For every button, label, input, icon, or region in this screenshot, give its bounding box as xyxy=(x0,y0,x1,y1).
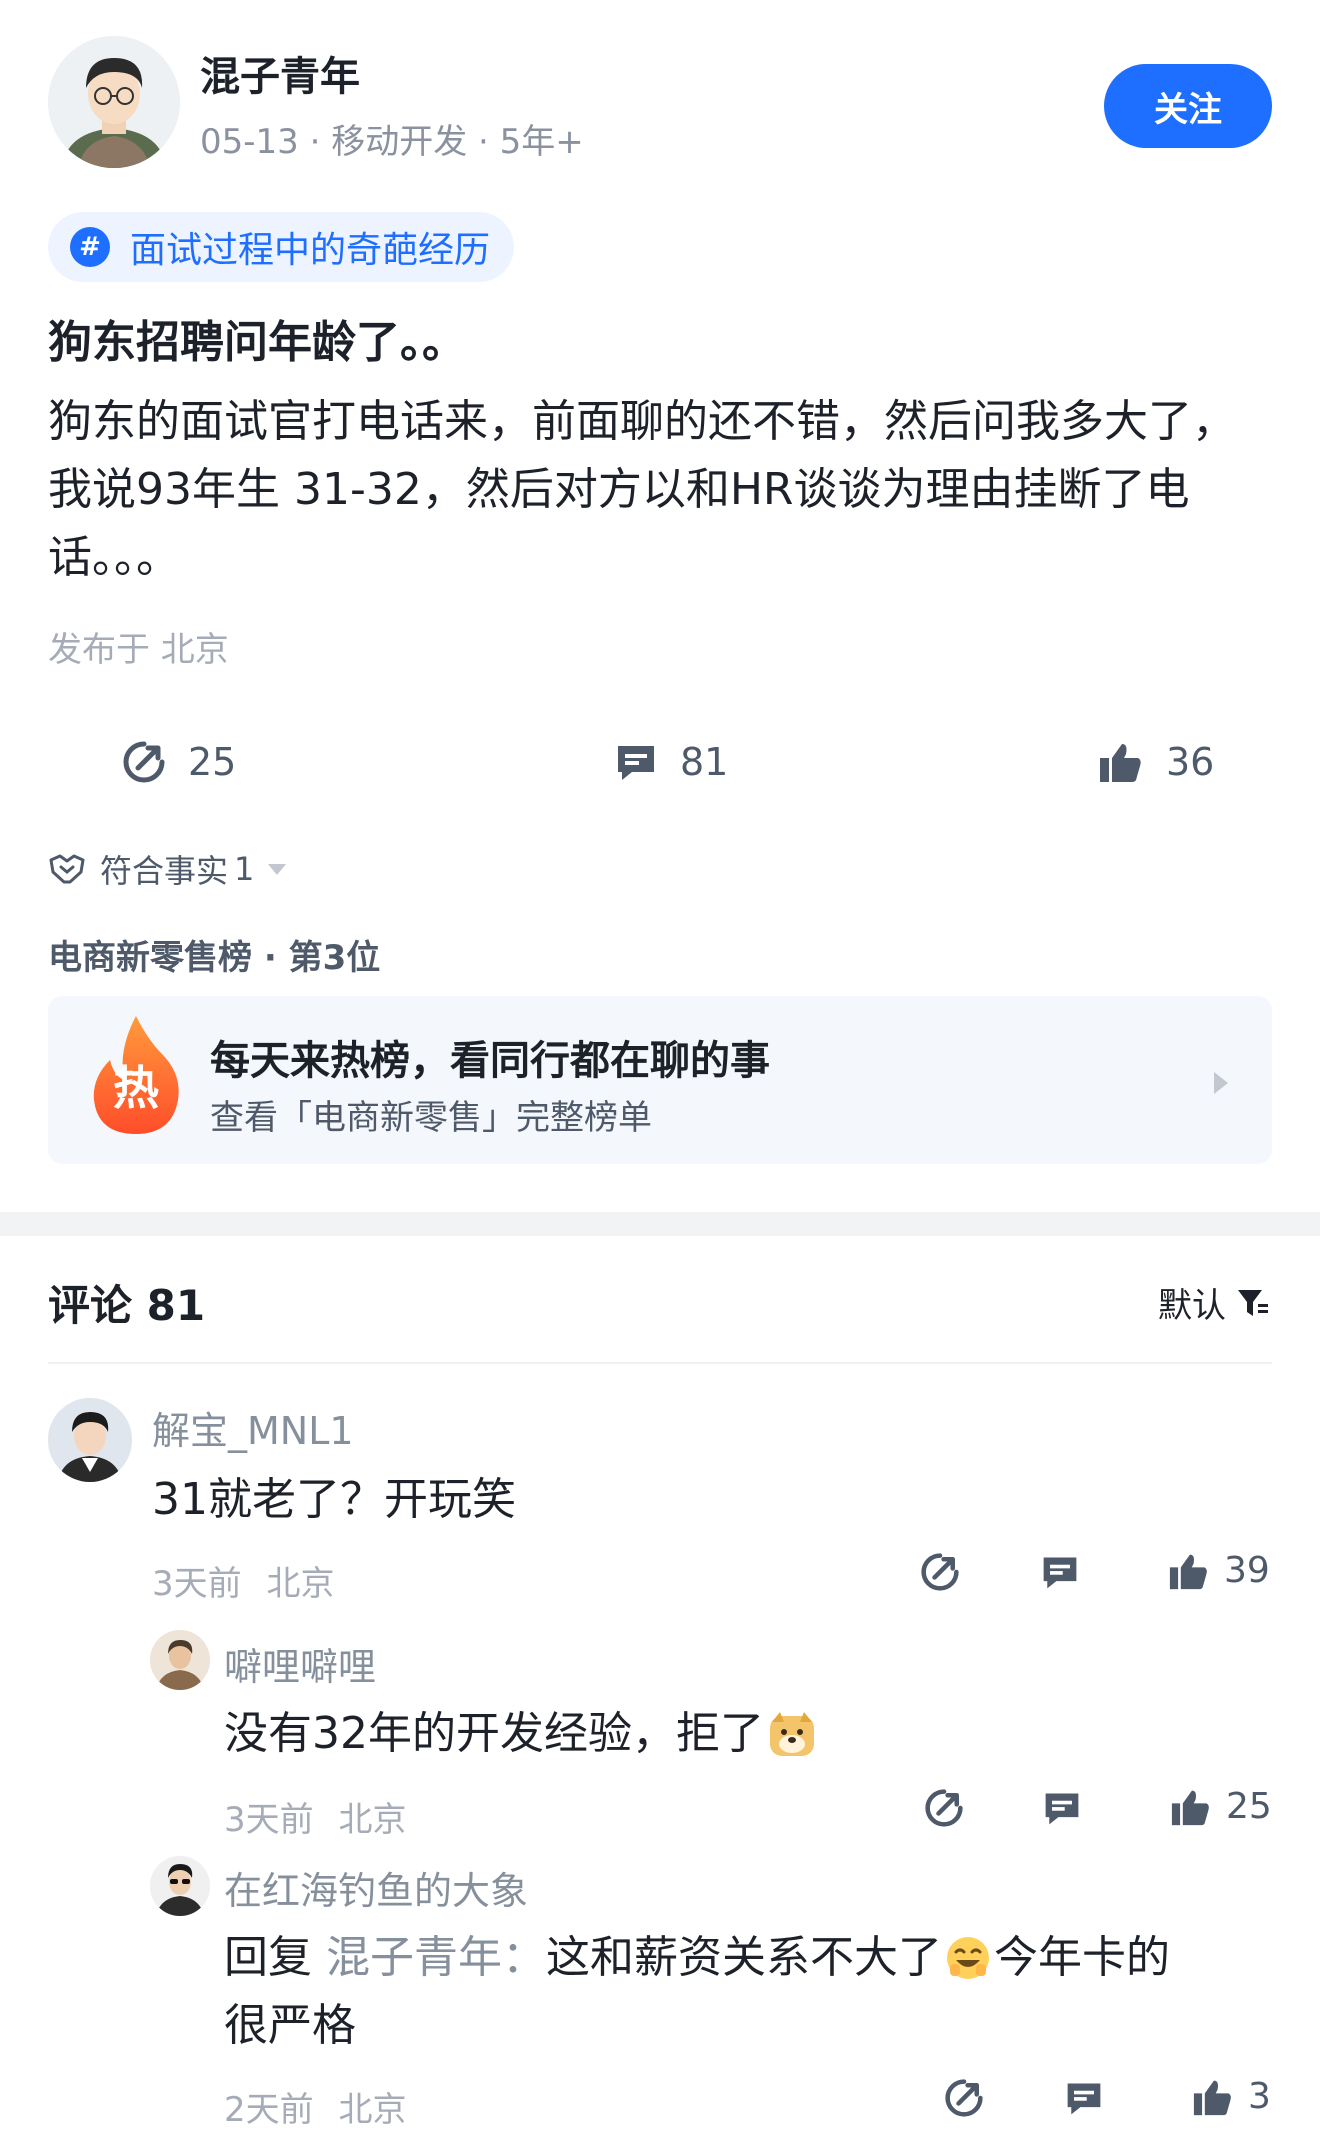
author-avatar[interactable] xyxy=(48,36,180,168)
follow-button[interactable]: 关注 xyxy=(1104,64,1272,148)
share-icon[interactable] xyxy=(944,2078,984,2118)
comment-author[interactable]: 噼哩噼哩 xyxy=(224,1636,376,1691)
fact-label: 符合事实 xyxy=(100,852,229,890)
fact-check-row[interactable]: 符合事实 1 xyxy=(48,846,287,892)
rank-label: 电商新零售榜 · 第3位 xyxy=(48,938,381,978)
post-title: 狗东招聘问年龄了。。 xyxy=(48,317,466,368)
like-count: 36 xyxy=(1166,740,1215,784)
grin-emoji-icon xyxy=(947,1937,989,1979)
share-icon[interactable] xyxy=(924,1788,964,1828)
comment-location: 北京 xyxy=(338,1800,407,1840)
comment-author[interactable]: 在红海钓鱼的大象 xyxy=(224,1860,528,1915)
fact-count: 1 xyxy=(234,850,255,888)
share-icon xyxy=(123,741,165,783)
comment-author[interactable]: 解宝_MNL1 xyxy=(152,1400,354,1455)
like-action[interactable]: 36 xyxy=(1098,740,1214,784)
sort-button[interactable]: 默认 xyxy=(1158,1278,1270,1327)
comments-title: 评论 81 xyxy=(48,1281,206,1330)
comment-like-count: 3 xyxy=(1248,2076,1271,2117)
comment-meta: 2天前 北京 xyxy=(224,2082,406,2131)
comment-like-count: 39 xyxy=(1224,1550,1270,1591)
comment-count: 81 xyxy=(680,740,729,784)
comment-text: 31就老了？开玩笑 xyxy=(152,1474,516,1525)
comment-text-row: 回复 混子青年： 这和薪资关系不大了 今年卡的 xyxy=(224,1924,1170,1992)
comment-like-count: 25 xyxy=(1226,1786,1272,1827)
hot-card-title: 每天来热榜，看同行都在聊的事 xyxy=(210,1038,770,1084)
thumbs-up-icon xyxy=(1171,1790,1209,1825)
reply-prefix: 回复 xyxy=(224,1932,312,1983)
filter-icon xyxy=(1238,1289,1268,1316)
comment-text-continued: 今年卡的 xyxy=(994,1932,1170,1983)
comment-avatar[interactable] xyxy=(48,1398,132,1482)
author-name[interactable]: 混子青年 xyxy=(200,44,360,102)
share-count: 25 xyxy=(188,740,237,784)
reply-icon[interactable] xyxy=(1042,1788,1082,1828)
chevron-down-icon xyxy=(268,863,287,875)
comment-like[interactable]: 39 xyxy=(1168,1550,1270,1591)
reply-icon[interactable] xyxy=(1040,1552,1080,1592)
hashtag-icon: # xyxy=(70,227,110,267)
comment-time: 3天前 xyxy=(224,1800,314,1840)
comment-action[interactable]: 81 xyxy=(614,740,728,784)
comment-like[interactable]: 25 xyxy=(1170,1786,1272,1827)
post-location: 发布于 北京 xyxy=(48,630,229,670)
comment-meta: 3天前 北京 xyxy=(152,1556,334,1605)
topic-tag[interactable]: # 面试过程中的奇葩经历 xyxy=(48,212,515,282)
author-meta: 05-13 · 移动开发 · 5年+ xyxy=(200,122,584,162)
doge-emoji-icon xyxy=(770,1712,814,1756)
section-divider xyxy=(0,1212,1320,1236)
share-action[interactable]: 25 xyxy=(122,740,236,784)
hot-icon-label: 热 xyxy=(113,1061,159,1115)
comments-divider xyxy=(48,1362,1272,1364)
thumbs-up-icon xyxy=(1169,1554,1207,1589)
comment-like[interactable]: 3 xyxy=(1192,2076,1271,2117)
comment-time: 2天前 xyxy=(224,2090,314,2130)
chevron-right-icon xyxy=(1214,1072,1228,1094)
post-body: 狗东的面试官打电话来，前面聊的还不错，然后问我多大了，我说93年生 31-32，… xyxy=(48,396,1236,583)
comment-avatar[interactable] xyxy=(150,1630,210,1690)
thumbs-up-icon xyxy=(1100,744,1141,782)
comment-text-row: 没有32年的开发经验，拒了 xyxy=(224,1700,816,1768)
comment-text-line2: 很严格 xyxy=(224,2000,356,2051)
thumbs-up-icon xyxy=(1193,2080,1231,2115)
handshake-icon xyxy=(49,854,85,884)
comment-text: 这和薪资关系不大了 xyxy=(546,1932,942,1983)
comment-text: 没有32年的开发经验，拒了 xyxy=(224,1708,764,1759)
topic-label: 面试过程中的奇葩经历 xyxy=(130,230,491,271)
reply-target[interactable]: 混子青年： xyxy=(326,1924,546,1992)
comment-location: 北京 xyxy=(338,2090,407,2130)
reply-icon[interactable] xyxy=(1064,2078,1104,2118)
comment-icon xyxy=(618,746,654,780)
hot-card-subtitle: 查看「电商新零售」完整榜单 xyxy=(210,1098,652,1138)
sort-label: 默认 xyxy=(1158,1286,1226,1326)
comment-time: 3天前 xyxy=(152,1564,242,1604)
comment-avatar[interactable] xyxy=(150,1856,210,1916)
share-icon[interactable] xyxy=(920,1552,960,1592)
comment-meta: 3天前 北京 xyxy=(224,1792,406,1841)
comment-location: 北京 xyxy=(266,1564,335,1604)
